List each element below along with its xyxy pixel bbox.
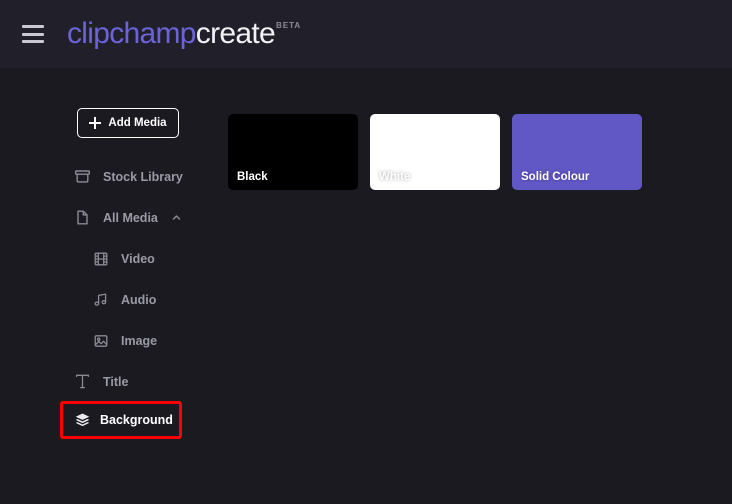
sidebar-item-image[interactable]: Image — [0, 320, 215, 361]
logo-text-clipchamp: clipchamp — [67, 17, 196, 50]
sidebar-item-title[interactable]: Title — [0, 361, 215, 402]
sidebar-item-background[interactable]: Background — [60, 401, 182, 439]
sidebar-item-stock-library[interactable]: Stock Library — [0, 156, 215, 197]
tile-label: White — [379, 171, 411, 183]
stock-library-icon — [74, 168, 91, 185]
sidebar: Add Media Stock Library All Media Video … — [0, 68, 215, 504]
sidebar-item-label: Image — [121, 333, 158, 348]
hamburger-line — [22, 32, 44, 36]
add-media-label: Add Media — [108, 117, 167, 129]
sidebar-nav-list: Stock Library All Media Video Audio Imag… — [0, 156, 215, 402]
hamburger-line — [22, 40, 44, 43]
sidebar-item-video[interactable]: Video — [0, 238, 215, 279]
media-content-panel: Black White Solid Colour — [215, 68, 732, 504]
hamburger-menu-icon[interactable] — [22, 25, 44, 43]
image-picture-icon — [92, 332, 109, 349]
layers-icon — [74, 412, 91, 429]
sidebar-item-label: Title — [103, 374, 129, 389]
sidebar-item-label: Video — [121, 251, 155, 266]
background-tile-grid: Black White Solid Colour — [228, 114, 642, 190]
video-film-icon — [92, 250, 109, 267]
background-tile-black[interactable]: Black — [228, 114, 358, 190]
beta-badge: BETA — [275, 21, 302, 30]
app-logo[interactable]: clipchamp create BETA — [67, 19, 301, 49]
main-area: Add Media Stock Library All Media Video … — [0, 68, 732, 504]
background-tile-white[interactable]: White — [370, 114, 500, 190]
tile-label: Black — [237, 171, 268, 183]
plus-icon — [89, 117, 102, 129]
sidebar-item-label: Stock Library — [103, 169, 183, 184]
sidebar-item-label: Audio — [121, 292, 157, 307]
add-media-button[interactable]: Add Media — [77, 108, 179, 138]
chevron-up-icon[interactable] — [172, 213, 181, 222]
sidebar-item-audio[interactable]: Audio — [0, 279, 215, 320]
sidebar-item-label: Background — [100, 413, 173, 427]
sidebar-item-label: All Media — [103, 210, 158, 225]
logo-text-create: create — [195, 17, 276, 50]
audio-note-icon — [92, 291, 109, 308]
tile-label: Solid Colour — [521, 171, 590, 183]
all-media-file-icon — [74, 209, 91, 226]
background-tile-solid-colour[interactable]: Solid Colour — [512, 114, 642, 190]
hamburger-line — [22, 25, 44, 28]
app-header: clipchamp create BETA — [0, 0, 732, 68]
title-text-icon — [74, 373, 91, 390]
sidebar-item-all-media[interactable]: All Media — [0, 197, 215, 238]
